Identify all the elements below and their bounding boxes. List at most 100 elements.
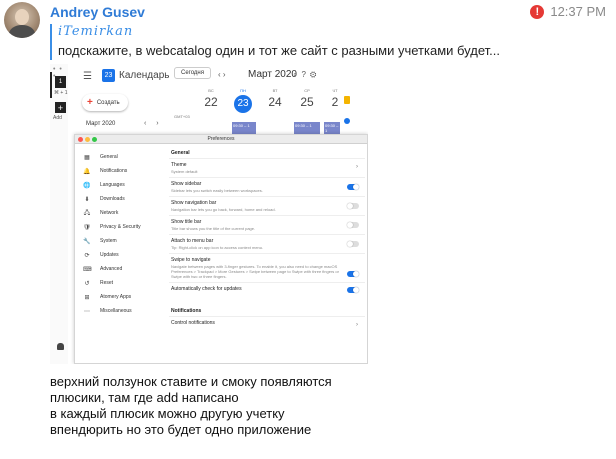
calendar-month: Март 2020 [248,69,297,80]
day-column-today: ПН 23 [228,88,258,113]
setting-title: Automatically check for updates [171,286,242,292]
avatar-face [15,9,29,25]
message-body[interactable]: верхний ползунок ставите и смоку появляю… [50,374,332,438]
message-line: плюсики, там где add написано [50,390,239,405]
day-number: 23 [234,95,252,113]
section-general: General [171,150,190,156]
setting-show-titlebar: Show title bar Title bar shows you the t… [169,215,365,234]
setting-desc: Navigation bar lets you go back, forward… [171,207,276,212]
nav-item-miscellaneous: ⋯ Miscellaneous [83,304,165,318]
create-button: + Создать [82,94,128,111]
today-button: Сегодня [174,67,211,79]
reply-author: iTemirkan [58,24,134,39]
nav-item-label: Atomery Apps [100,294,132,300]
message-meta: ! 12:37 PM [530,4,606,19]
calendar-app: ☰ 23 Календарь Сегодня ‹ › Март 2020 ⌕?⚙… [68,64,368,134]
setting-title: Control notifications [171,320,215,326]
nav-item-label: Miscellaneous [100,308,132,314]
toggle-switch [347,203,359,209]
chevron-right-icon: › [356,164,358,170]
keep-addon-icon [344,96,350,104]
sender-avatar[interactable] [4,2,40,38]
nav-item-atomery-apps: ⊞ Atomery Apps [83,290,165,304]
chevron-right-icon: › [356,322,358,328]
day-name: ВС [208,88,214,93]
preferences-titlebar: Preferences [75,135,367,144]
hamburger-menu-icon: ☰ [83,71,92,82]
shield-icon: 🛡 [83,224,91,231]
setting-desc: System default [171,169,198,174]
bell-icon: 🔔 [83,168,91,175]
day-number: 25 [300,95,314,109]
setting-theme: Theme System default › [169,158,365,177]
day-name: СР [304,88,310,93]
setting-desc: Title bar shows you the title of the cur… [171,226,256,231]
nav-item-privacy: 🛡 Privacy & Security [83,220,165,234]
day-number: 24 [268,95,282,109]
add-workspace-icon: + [55,102,66,113]
calendar-event: 09:30 – 1 [324,122,340,134]
nav-item-system: 🔧 System [83,234,165,248]
calendar-logo-icon: 23 [102,69,115,82]
nav-item-label: Notifications [100,168,128,174]
reply-quote[interactable]: iTemirkan подскажите, в webcatalog один … [50,24,500,60]
toggle-switch [347,222,359,228]
nav-item-languages: 🌐 Languages [83,178,165,192]
nav-item-label: Advanced [100,266,123,272]
nav-item-label: Reset [100,280,114,286]
tasks-addon-icon [344,118,350,124]
toggle-switch [347,241,359,247]
nav-item-network: 🖧 Network [83,206,165,220]
nav-item-label: Downloads [100,196,125,202]
plus-icon: + [87,97,93,108]
nav-item-general: ▦ General [83,150,165,164]
day-column: ВС 22 [196,88,226,109]
error-alert-icon[interactable]: ! [530,4,545,19]
setting-title: Swipe to navigate [171,257,211,263]
create-label: Создать [96,99,120,106]
mini-calendar-month: Март 2020 [86,121,116,127]
day-name: ВТ [272,88,278,93]
nav-item-label: Updates [100,252,119,258]
preferences-content: General Theme System default › Show side… [169,144,365,332]
nav-item-label: Privacy & Security [100,224,141,230]
nav-item-updates: ⟳ Updates [83,248,165,262]
setting-show-sidebar: Show sidebar Sidebar lets you switch eas… [169,177,365,196]
nav-item-notifications: 🔔 Notifications [83,164,165,178]
setting-control-notifications: Control notifications › [169,316,365,332]
nav-item-label: System [100,238,117,244]
wrench-icon: 🔧 [83,238,91,245]
setting-auto-updates: Automatically check for updates [169,282,365,298]
reset-icon: ↺ [84,280,90,287]
setting-swipe-navigate: Swipe to navigate Navigate between pages… [169,253,365,282]
setting-title: Show sidebar [171,181,202,187]
day-number: 22 [204,95,218,109]
setting-title: Show title bar [171,219,202,225]
globe-icon: 🌐 [83,182,91,189]
setting-show-navbar: Show navigation bar Navigation bar lets … [169,196,365,215]
avatar-body [9,25,35,38]
setting-title: Theme [171,162,187,168]
attached-screenshot[interactable]: • • • 1 ⌘ + 1 + Add ☰ 23 Календарь Сегод… [50,64,368,364]
grid-icon: ▦ [84,154,90,161]
download-icon: ⬇ [84,196,90,203]
preferences-nav: ▦ General 🔔 Notifications 🌐 Languages ⬇ … [83,150,165,318]
toggle-switch [347,287,359,293]
setting-title: Show navigation bar [171,200,217,206]
calendar-toolbar-icons: ⌕?⚙ [293,70,321,79]
nav-item-label: Network [100,210,119,216]
setting-desc: Navigate between pages with 3-finger ges… [171,264,339,279]
add-label: Add [53,115,62,121]
workspace-tab: 1 [55,76,66,88]
message-line: верхний ползунок ставите и смоку появляю… [50,374,332,389]
sender-name[interactable]: Andrey Gusev [50,4,145,20]
calendar-app-title: Календарь [119,70,170,81]
setting-attach-menubar: Attach to menu bar Tip: Right-click on a… [169,234,365,253]
more-icon: ⋯ [84,308,90,315]
nav-item-downloads: ⬇ Downloads [83,192,165,206]
calendar-event: 09:30 – 1 [294,122,320,134]
apps-icon: ⊞ [84,294,90,301]
setting-desc: Tip: Right-click on app icon to access c… [171,245,264,250]
message-line: впендюрить но это будет одно приложение [50,422,312,437]
setting-title: Attach to menu bar [171,238,214,244]
